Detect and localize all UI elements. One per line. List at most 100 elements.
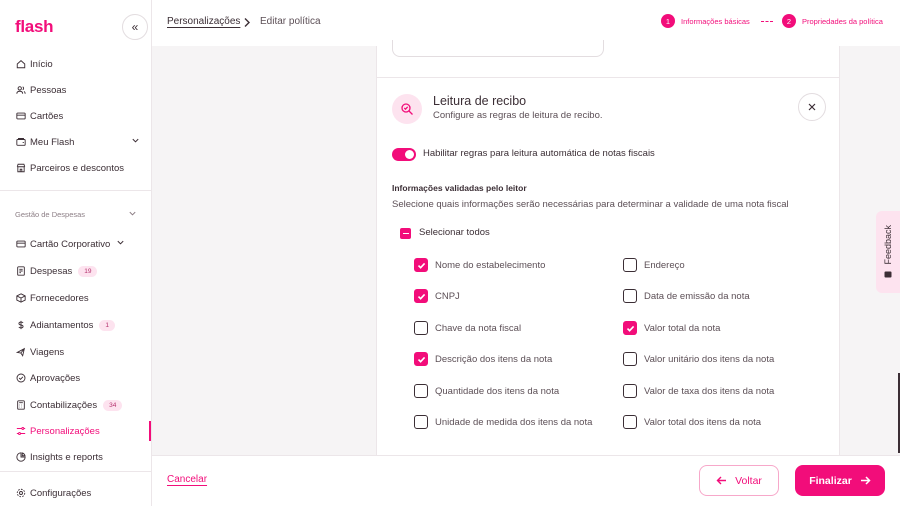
receipt-scan-icon: [392, 94, 422, 124]
sidebar-item-label: Viagens: [30, 346, 65, 358]
option-endereco[interactable]: Endereço: [623, 258, 685, 272]
chevron-down-icon: [131, 136, 140, 148]
sidebar-item-viagens[interactable]: Viagens: [15, 344, 140, 360]
sidebar-item-label: Adiantamentos: [30, 319, 94, 331]
option-valor-unitario[interactable]: Valor unitário dos itens da nota: [623, 352, 774, 366]
feedback-tab[interactable]: Feedback: [876, 211, 900, 293]
sidebar-item-label: Contabilizações: [30, 399, 98, 411]
select-all-checkbox[interactable]: [400, 228, 411, 239]
enable-rules-toggle[interactable]: [392, 148, 416, 161]
cancel-link[interactable]: Cancelar: [167, 474, 207, 485]
feedback-icon: [884, 271, 892, 278]
checkbox[interactable]: [623, 258, 637, 272]
sidebar-item-despesas[interactable]: Despesas 19: [15, 263, 140, 279]
option-label: Nome do estabelecimento: [435, 259, 546, 271]
option-quantidade-itens[interactable]: Quantidade dos itens da nota: [414, 384, 559, 398]
sidebar-item-personalizacoes[interactable]: Personalizações: [15, 423, 140, 439]
sidebar-item-aprovacoes[interactable]: Aprovações: [15, 370, 140, 386]
back-button[interactable]: Voltar: [699, 465, 779, 496]
section-title: Leitura de recibo: [433, 94, 527, 108]
flash-logo[interactable]: flash: [15, 17, 53, 37]
option-label: Valor total da nota: [644, 322, 721, 334]
option-cnpj[interactable]: CNPJ: [414, 289, 460, 303]
option-label: Valor total dos itens da nota: [644, 416, 762, 428]
sidebar-divider: [0, 471, 152, 472]
collapse-sidebar-button[interactable]: «: [122, 14, 148, 40]
option-label: Valor unitário dos itens da nota: [644, 353, 775, 365]
checkbox[interactable]: [623, 321, 637, 335]
option-valor-total-itens[interactable]: Valor total dos itens da nota: [623, 415, 761, 429]
option-label: Data de emissão da nota: [644, 290, 750, 302]
sidebar-item-parceiros[interactable]: Parceiros e descontos: [15, 160, 140, 176]
check-icon: [417, 293, 425, 300]
sidebar-section-gestao[interactable]: Gestão de Despesas: [15, 209, 137, 220]
option-unidade-medida[interactable]: Unidade de medida dos itens da nota: [414, 415, 592, 429]
sidebar-item-label: Parceiros e descontos: [30, 162, 124, 174]
sidebar-item-pessoas[interactable]: Pessoas: [15, 82, 140, 98]
option-valor-taxa[interactable]: Valor de taxa dos itens da nota: [623, 384, 774, 398]
checkbox[interactable]: [414, 258, 428, 272]
option-nome-estabelecimento[interactable]: Nome do estabelecimento: [414, 258, 545, 272]
sidebar-item-meu-flash[interactable]: Meu Flash: [15, 134, 140, 150]
check-icon: [626, 325, 634, 332]
option-label: CNPJ: [435, 290, 460, 302]
sidebar-item-label: Cartão Corporativo: [30, 238, 111, 250]
sidebar-item-cartoes[interactable]: Cartões: [15, 108, 140, 124]
option-label: Quantidade dos itens da nota: [435, 385, 560, 397]
people-icon: [15, 85, 26, 96]
chart-icon: [15, 452, 26, 463]
checkbox[interactable]: [623, 352, 637, 366]
checkbox[interactable]: [414, 415, 428, 429]
option-label: Valor de taxa dos itens da nota: [644, 385, 775, 397]
option-label: Endereço: [644, 259, 685, 271]
sidebar-item-inicio[interactable]: Início: [15, 56, 140, 72]
close-button[interactable]: [798, 93, 826, 121]
finish-button[interactable]: Finalizar: [795, 465, 885, 496]
sidebar-item-configuracoes[interactable]: Configurações: [15, 485, 140, 501]
arrow-right-icon: [860, 475, 871, 486]
option-chave-nota[interactable]: Chave da nota fiscal: [414, 321, 521, 335]
store-icon: [15, 163, 26, 174]
sidebar-item-fornecedores[interactable]: Fornecedores: [15, 290, 140, 306]
count-badge: 19: [78, 265, 98, 277]
count-badge: 1: [99, 319, 115, 331]
breadcrumb-parent-link[interactable]: Personalizações: [167, 16, 240, 27]
finish-label: Finalizar: [809, 474, 852, 487]
step-label: Informações básicas: [681, 16, 750, 26]
checkbox[interactable]: [414, 321, 428, 335]
option-label: Descrição dos itens da nota: [435, 353, 553, 365]
info-subtitle: Selecione quais informações serão necess…: [392, 199, 789, 210]
sidebar-item-label: Meu Flash: [30, 136, 75, 148]
back-label: Voltar: [735, 474, 762, 487]
plane-icon: [15, 347, 26, 358]
check-icon: [417, 262, 425, 269]
checkbox[interactable]: [623, 415, 637, 429]
option-valor-total-nota[interactable]: Valor total da nota: [623, 321, 720, 335]
feedback-label: Feedback: [883, 225, 893, 265]
option-label: Chave da nota fiscal: [435, 322, 522, 334]
gear-icon: [15, 488, 26, 499]
checkbox[interactable]: [414, 384, 428, 398]
step-1: 1 Informações básicas: [661, 14, 750, 28]
sidebar-item-label: Despesas: [30, 265, 73, 277]
sidebar-item-label: Personalizações: [30, 425, 100, 437]
dollar-icon: [15, 320, 26, 331]
previous-field[interactable]: [392, 40, 604, 57]
checkbox[interactable]: [414, 352, 428, 366]
checkbox[interactable]: [623, 384, 637, 398]
check-icon: [417, 356, 425, 363]
step-connector: [761, 21, 773, 22]
sidebar-item-cartao-corporativo[interactable]: Cartão Corporativo: [15, 236, 140, 252]
card-icon: [15, 111, 26, 122]
step-label: Propriedades da política: [802, 16, 883, 26]
checkbox[interactable]: [414, 289, 428, 303]
option-data-emissao[interactable]: Data de emissão da nota: [623, 289, 750, 303]
sidebar-item-contabilizacoes[interactable]: Contabilizações 34: [15, 397, 140, 413]
option-descricao-itens[interactable]: Descrição dos itens da nota: [414, 352, 552, 366]
count-badge: 34: [103, 399, 123, 411]
checkbox[interactable]: [623, 289, 637, 303]
sidebar-item-adiantamentos[interactable]: Adiantamentos 1: [15, 317, 140, 333]
sidebar-item-insights[interactable]: Insights e reports: [15, 449, 140, 465]
receipt-settings-card: Leitura de recibo Configure as regras de…: [376, 40, 840, 456]
active-indicator: [149, 421, 151, 441]
